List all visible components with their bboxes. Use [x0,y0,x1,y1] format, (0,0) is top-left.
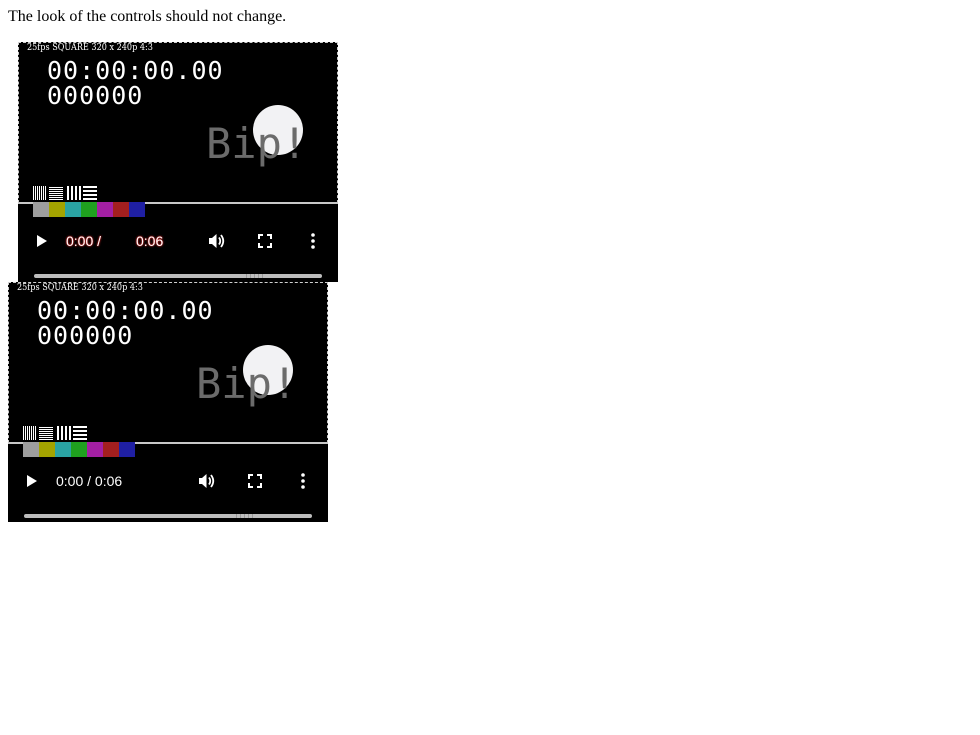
buffer-markers [246,274,266,278]
color-bar-swatch [119,442,135,457]
page-caption: The look of the controls should not chan… [8,8,287,25]
progress-slider[interactable] [34,274,322,278]
video-info-label: 25fps SQUARE 320 x 240p 4:3 [17,283,143,293]
bip-label: Bip! [206,119,308,168]
vertical-line-pattern [57,426,71,440]
video-player-1[interactable]: 25fps SQUARE 320 x 240p 4:3 00:00:00.00 … [18,42,338,282]
vertical-line-pattern [33,186,47,200]
current-time: 0:00 / [66,233,102,249]
video-info-label: 25fps SQUARE 320 x 240p 4:3 [27,43,153,53]
color-bars [23,442,135,457]
color-bar-swatch [65,202,81,217]
media-controls: 0:00 / 0:06 [8,457,328,522]
resolution-test-patterns [33,186,113,201]
play-icon[interactable] [16,465,48,497]
video-frame-count: 000000 [37,321,134,350]
video-player-2[interactable]: 25fps SQUARE 320 x 240p 4:3 00:00:00.00 … [8,282,328,522]
volume-icon[interactable] [201,225,233,257]
color-bar-swatch [39,442,55,457]
fullscreen-icon[interactable] [239,465,271,497]
bip-label: Bip! [196,359,298,408]
volume-icon[interactable] [191,465,223,497]
horizontal-line-pattern [39,426,53,440]
video-timecode: 00:00:00.00 [47,56,224,85]
color-bar-swatch [49,202,65,217]
horizontal-line-pattern [73,426,87,440]
horizontal-line-pattern [83,186,97,200]
more-options-icon[interactable] [297,225,329,257]
color-bar-swatch [71,442,87,457]
resolution-test-patterns [23,426,103,441]
color-bar-swatch [87,442,103,457]
color-bar-swatch [81,202,97,217]
horizontal-line-pattern [49,186,63,200]
color-bar-swatch [97,202,113,217]
more-options-icon[interactable] [287,465,319,497]
duration-time: 0:06 [136,233,164,249]
fullscreen-icon[interactable] [249,225,281,257]
media-controls: 0:00 / 0:06 [18,217,338,282]
buffer-markers [236,514,256,518]
video-timecode: 00:00:00.00 [37,296,214,325]
color-bar-swatch [23,442,39,457]
color-bar-swatch [33,202,49,217]
color-bar-swatch [103,442,119,457]
color-bar-swatch [113,202,129,217]
color-bar-swatch [129,202,145,217]
color-bar-swatch [55,442,71,457]
play-icon[interactable] [26,225,58,257]
time-display: 0:00 / 0:06 [56,473,123,489]
vertical-line-pattern [23,426,37,440]
vertical-line-pattern [67,186,81,200]
video-frame-count: 000000 [47,81,144,110]
progress-slider[interactable] [24,514,312,518]
color-bars [33,202,145,217]
